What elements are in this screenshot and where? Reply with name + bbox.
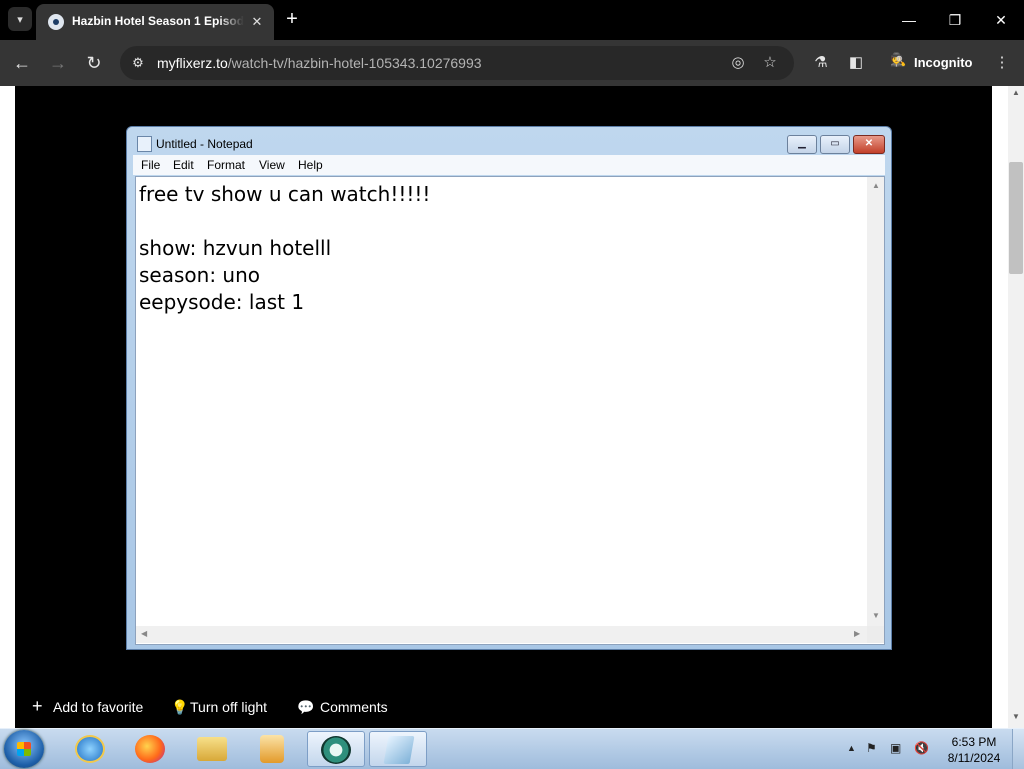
notepad-horizontal-scrollbar[interactable]: ◀ ▶ (136, 626, 867, 643)
tab-strip: ▾ Hazbin Hotel Season 1 Episode ✕ + — ❐ … (0, 0, 1024, 40)
scroll-down-arrow-icon[interactable]: ▼ (1008, 712, 1024, 726)
network-icon[interactable]: ▣ (890, 741, 901, 755)
incognito-icon: 🕵 (890, 52, 907, 67)
notepad-window: Untitled - Notepad ▁ ▭ ✕ File Edit Forma… (126, 126, 892, 650)
address-bar[interactable]: ⚙ myflixerz.to/watch-tv/hazbin-hotel-105… (120, 46, 794, 80)
scroll-up-arrow-icon[interactable]: ▲ (1008, 88, 1024, 102)
incognito-label[interactable]: Incognito (914, 55, 973, 70)
url-text[interactable]: myflixerz.to/watch-tv/hazbin-hotel-10534… (157, 55, 482, 71)
notepad-title: Untitled - Notepad (156, 137, 253, 151)
np-scroll-left-icon[interactable]: ◀ (141, 629, 147, 638)
taskbar-media-player[interactable] (244, 731, 302, 767)
menu-format[interactable]: Format (207, 158, 245, 172)
notepad-text-area[interactable]: free tv show u can watch!!!!! show: hzvu… (135, 176, 885, 645)
menu-help[interactable]: Help (298, 158, 323, 172)
menu-edit[interactable]: Edit (173, 158, 194, 172)
notepad-menubar: File Edit Format View Help (133, 155, 885, 175)
back-button[interactable]: ← (10, 51, 34, 75)
page-scrollbar[interactable]: ▲ ▼ (1008, 86, 1024, 728)
menu-file[interactable]: File (141, 158, 160, 172)
firefox-icon (135, 735, 165, 763)
np-scroll-down-icon[interactable]: ▼ (872, 611, 880, 620)
browser-tab[interactable]: Hazbin Hotel Season 1 Episode ✕ (36, 4, 274, 40)
site-info-icon[interactable]: ⚙ (126, 51, 150, 75)
taskbar-internet-explorer[interactable] (62, 731, 120, 767)
taskbar-firefox[interactable] (122, 731, 180, 767)
bookmark-star-icon[interactable]: ☆ (758, 51, 782, 75)
notepad-icon (137, 136, 152, 152)
action-center-flag-icon[interactable]: ⚑ (866, 741, 877, 755)
internet-explorer-icon (75, 735, 105, 763)
taskbar-notepad[interactable] (369, 731, 427, 767)
comments-icon: 💬 (297, 699, 315, 715)
restore-button[interactable]: ❐ (932, 6, 978, 34)
clock-date[interactable]: 8/11/2024 (946, 751, 1002, 765)
taskbar: ▲ ⚑ ▣ 🔇 6:53 PM 8/11/2024 (0, 728, 1024, 769)
close-window-button[interactable]: ✕ (978, 6, 1024, 34)
notepad-content[interactable]: free tv show u can watch!!!!! show: hzvu… (139, 181, 430, 316)
menu-view[interactable]: View (259, 158, 285, 172)
start-button[interactable] (4, 730, 44, 768)
show-desktop-button[interactable] (1012, 729, 1024, 769)
lightbulb-icon: 💡 (171, 699, 189, 715)
tab-title: Hazbin Hotel Season 1 Episode (72, 14, 244, 28)
add-to-favorite-link[interactable]: Add to favorite (53, 699, 143, 715)
clock-time[interactable]: 6:53 PM (946, 735, 1002, 749)
minimize-button[interactable]: — (886, 6, 932, 34)
tab-close-icon[interactable]: ✕ (248, 13, 266, 31)
show-hidden-icons-icon[interactable]: ▲ (847, 743, 856, 753)
volume-muted-icon[interactable]: 🔇 (914, 741, 929, 755)
notepad-close-button[interactable]: ✕ (853, 135, 885, 154)
labs-flask-icon[interactable]: ⚗ (809, 51, 833, 75)
np-scroll-up-icon[interactable]: ▲ (872, 181, 880, 190)
plus-icon: + (32, 696, 43, 716)
forward-button[interactable]: → (46, 51, 70, 75)
turn-off-light-link[interactable]: Turn off light (190, 699, 267, 715)
new-tab-button[interactable]: + (282, 8, 302, 32)
notepad-maximize-button[interactable]: ▭ (820, 135, 850, 154)
chrome-icon (321, 736, 351, 764)
menu-kebab-icon[interactable]: ⋮ (990, 51, 1014, 75)
taskbar-file-explorer[interactable] (184, 731, 242, 767)
np-scroll-right-icon[interactable]: ▶ (854, 629, 860, 638)
site-favicon-icon (48, 14, 64, 30)
scroll-thumb[interactable] (1009, 162, 1023, 274)
taskbar-chrome[interactable] (307, 731, 365, 767)
side-panel-icon[interactable]: ◧ (844, 51, 868, 75)
url-host: myflixerz.to (157, 55, 228, 71)
comments-link[interactable]: Comments (320, 699, 388, 715)
reload-button[interactable]: ↻ (82, 51, 106, 75)
notepad-minimize-button[interactable]: ▁ (787, 135, 817, 154)
resize-grip[interactable] (867, 626, 884, 643)
eye-off-icon[interactable]: ◎ (726, 51, 750, 75)
tab-search-button[interactable]: ▾ (8, 7, 32, 31)
url-path: /watch-tv/hazbin-hotel-105343.10276993 (227, 55, 482, 71)
folder-icon (197, 737, 227, 761)
browser-toolbar: ← → ↻ ⚙ myflixerz.to/watch-tv/hazbin-hot… (0, 40, 1024, 86)
media-player-icon (260, 735, 284, 763)
notepad-vertical-scrollbar[interactable]: ▲ ▼ (867, 177, 884, 626)
notepad-app-icon (383, 736, 415, 764)
